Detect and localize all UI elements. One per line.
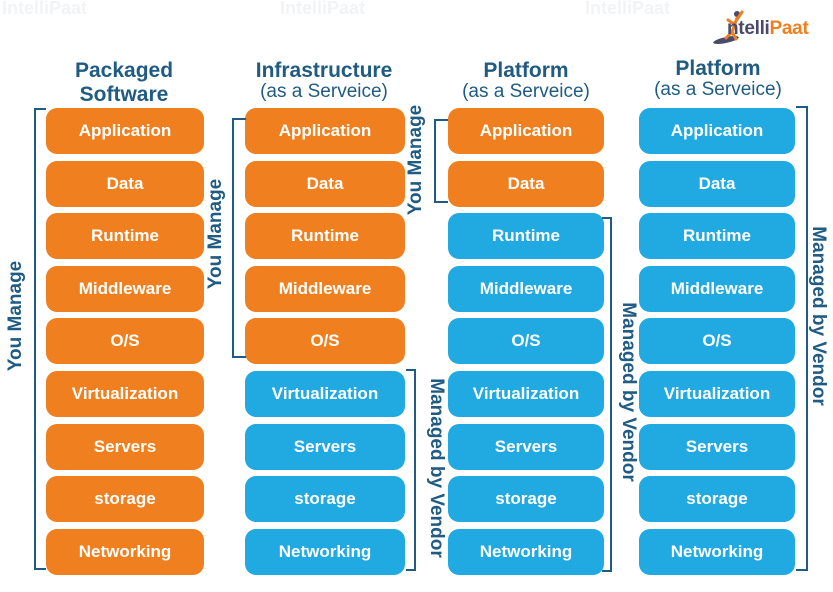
watermark: IntelliPaat <box>585 0 671 18</box>
layer-servers: Servers <box>448 424 604 470</box>
logo-text: ntelliPaat <box>727 18 809 39</box>
column-title-paas: Platform (as a Serveice) <box>462 59 590 102</box>
layer-o-s: O/S <box>639 318 795 364</box>
layer-storage: storage <box>46 476 204 522</box>
layer-storage: storage <box>448 476 604 522</box>
layer-o-s: O/S <box>245 318 405 364</box>
vendor-label-saas: Managed by Vendor <box>808 226 829 406</box>
column-title-iaas: Infrastructure (as a Serveice) <box>255 59 393 102</box>
vendor-bracket-paas <box>602 217 612 572</box>
layer-middleware: Middleware <box>639 266 795 312</box>
layer-virtualization: Virtualization <box>46 371 204 417</box>
column-title-saas: Platform (as a Serveice) <box>654 57 782 100</box>
watermark: IntelliPaat <box>2 0 88 18</box>
layer-virtualization: Virtualization <box>639 371 795 417</box>
layer-runtime: Runtime <box>46 213 204 259</box>
layer-application: Application <box>639 108 795 154</box>
layer-data: Data <box>448 161 604 207</box>
layer-storage: storage <box>639 476 795 522</box>
layer-runtime: Runtime <box>448 213 604 259</box>
layer-data: Data <box>245 161 405 207</box>
vendor-label-iaas: Managed by Vendor <box>426 378 447 558</box>
layer-middleware: Middleware <box>245 266 405 312</box>
layer-servers: Servers <box>245 424 405 470</box>
layer-networking: Networking <box>46 529 204 575</box>
layer-data: Data <box>639 161 795 207</box>
layer-application: Application <box>245 108 405 154</box>
layer-virtualization: Virtualization <box>448 371 604 417</box>
layer-application: Application <box>46 108 204 154</box>
layer-runtime: Runtime <box>639 213 795 259</box>
layer-storage: storage <box>245 476 405 522</box>
layer-networking: Networking <box>639 529 795 575</box>
layer-application: Application <box>448 108 604 154</box>
layer-networking: Networking <box>245 529 405 575</box>
layer-virtualization: Virtualization <box>245 371 405 417</box>
you-manage-label-paas: You Manage <box>405 104 426 216</box>
vendor-bracket-iaas <box>406 369 416 571</box>
you-manage-bracket-paas <box>434 119 448 203</box>
layer-middleware: Middleware <box>46 266 204 312</box>
layer-data: Data <box>46 161 204 207</box>
you-manage-label-packaged: You Manage <box>5 260 26 372</box>
layer-o-s: O/S <box>448 318 604 364</box>
layer-servers: Servers <box>639 424 795 470</box>
column-title-packaged-software: Packaged Software <box>74 59 174 106</box>
layer-networking: Networking <box>448 529 604 575</box>
watermark: IntelliPaat <box>280 0 366 18</box>
layer-runtime: Runtime <box>245 213 405 259</box>
layer-o-s: O/S <box>46 318 204 364</box>
you-manage-bracket-iaas <box>232 118 246 358</box>
layer-middleware: Middleware <box>448 266 604 312</box>
you-manage-bracket-packaged <box>34 108 46 570</box>
layer-servers: Servers <box>46 424 204 470</box>
vendor-label-paas: Managed by Vendor <box>618 302 639 482</box>
you-manage-label-iaas: You Manage <box>205 178 226 290</box>
